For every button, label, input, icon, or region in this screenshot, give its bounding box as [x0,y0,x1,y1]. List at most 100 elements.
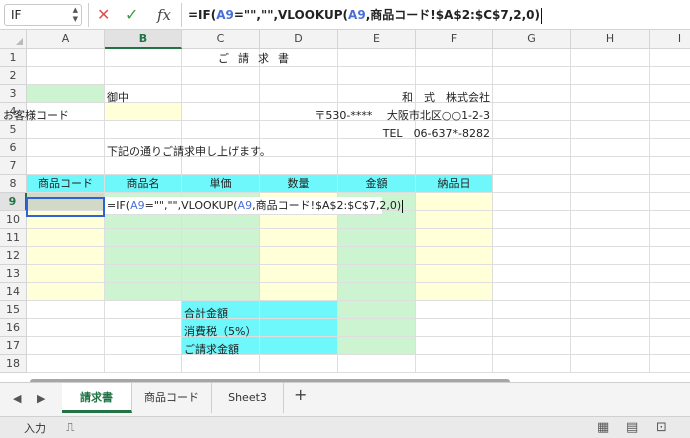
cell-b18[interactable] [105,355,182,373]
cell-e14[interactable] [338,283,416,301]
row-header-14[interactable]: 14 [0,283,27,301]
cell-d17[interactable] [260,337,338,355]
row-header-6[interactable]: 6 [0,139,27,157]
normal-view-icon[interactable]: ▦ [597,420,609,435]
row-header-17[interactable]: 17 [0,337,27,355]
cell-a11[interactable] [27,229,105,247]
page-layout-view-icon[interactable]: ▤ [626,420,638,435]
cell-e16[interactable] [338,319,416,337]
formula-input[interactable]: =IF(A9="","",VLOOKUP(A9,商品コード!$A$2:$C$7,… [188,6,543,26]
cell-b15[interactable] [105,301,182,319]
cell-i18[interactable] [650,355,690,373]
cell-f17[interactable] [416,337,493,355]
cell-g2[interactable] [493,67,571,85]
spreadsheet-grid[interactable]: A B C D E F G H I 1 2 3 4 5 6 7 8 9 10 11 12 13 14 15 16 17 18 商品コー… [0,30,690,382]
cell-g1[interactable] [493,49,571,67]
row-header-12[interactable]: 12 [0,247,27,265]
cell-g12[interactable] [493,247,571,265]
cell-d16[interactable] [260,319,338,337]
cell-i16[interactable] [650,319,690,337]
cell-b1[interactable] [105,49,182,67]
cell-g6[interactable] [493,139,571,157]
cell-g7[interactable] [493,157,571,175]
cell-a2[interactable] [27,67,105,85]
row-header-9[interactable]: 9 [0,193,27,211]
cell-i11[interactable] [650,229,690,247]
row-header-1[interactable]: 1 [0,49,27,67]
column-header-g[interactable]: G [493,30,571,49]
cell-c13[interactable] [182,265,260,283]
row-header-2[interactable]: 2 [0,67,27,85]
cell-c11[interactable] [182,229,260,247]
cell-g16[interactable] [493,319,571,337]
cell-h5[interactable] [571,121,650,139]
cell-b16[interactable] [105,319,182,337]
cell-f9[interactable] [416,193,493,211]
cell-h18[interactable] [571,355,650,373]
cell-c3[interactable] [182,85,260,103]
cell-i17[interactable] [650,337,690,355]
cell-b12[interactable] [105,247,182,265]
cancel-icon[interactable]: ✕ [97,4,110,26]
row-header-13[interactable]: 13 [0,265,27,283]
table-header-cell[interactable]: 金額 [338,175,416,193]
cell-g17[interactable] [493,337,571,355]
cell-d15[interactable] [260,301,338,319]
table-header-cell[interactable]: 商品名 [105,175,182,193]
cell-i10[interactable] [650,211,690,229]
cell-i12[interactable] [650,247,690,265]
cell-i6[interactable] [650,139,690,157]
cell-e12[interactable] [338,247,416,265]
cell-a7[interactable] [27,157,105,175]
cell-a14[interactable] [27,283,105,301]
cell-g11[interactable] [493,229,571,247]
cell-i7[interactable] [650,157,690,175]
row-header-11[interactable]: 11 [0,229,27,247]
cell-h13[interactable] [571,265,650,283]
cell-g5[interactable] [493,121,571,139]
cell-a1[interactable] [27,49,105,67]
cell-a6[interactable] [27,139,105,157]
row-header-16[interactable]: 16 [0,319,27,337]
cell-f2[interactable] [416,67,493,85]
cell-f13[interactable] [416,265,493,283]
cell-c5[interactable] [182,121,260,139]
cell-g9[interactable] [493,193,571,211]
column-header-i[interactable]: I [650,30,690,49]
row-header-7[interactable]: 7 [0,157,27,175]
cell-f16[interactable] [416,319,493,337]
column-header-e[interactable]: E [338,30,416,49]
row-header-18[interactable]: 18 [0,355,27,373]
cell-g8[interactable] [493,175,571,193]
cell-h16[interactable] [571,319,650,337]
column-header-d[interactable]: D [260,30,338,49]
cell-h15[interactable] [571,301,650,319]
cell-b11[interactable] [105,229,182,247]
cell-f15[interactable] [416,301,493,319]
select-all-corner[interactable] [0,30,27,49]
cell-h4[interactable] [571,103,650,121]
column-header-c[interactable]: C [182,30,260,49]
cell-i15[interactable] [650,301,690,319]
column-header-h[interactable]: H [571,30,650,49]
cell-h10[interactable] [571,211,650,229]
insert-function-icon[interactable]: fx [157,4,171,26]
cell-e15[interactable] [338,301,416,319]
cell-e18[interactable] [338,355,416,373]
cell-g18[interactable] [493,355,571,373]
tab-invoice[interactable]: 請求書 [62,383,132,413]
cell-h12[interactable] [571,247,650,265]
tab-product-code[interactable]: 商品コード [132,383,212,413]
cell-h17[interactable] [571,337,650,355]
cell-f18[interactable] [416,355,493,373]
cell-i8[interactable] [650,175,690,193]
column-header-f[interactable]: F [416,30,493,49]
cell-h6[interactable] [571,139,650,157]
cell-d12[interactable] [260,247,338,265]
cell-b14[interactable] [105,283,182,301]
cell-g15[interactable] [493,301,571,319]
tab-scroll-left-icon[interactable]: ◀ [13,392,21,405]
tab-sheet3[interactable]: Sheet3 [212,383,284,413]
name-box[interactable]: IF ▲ ▼ [4,4,82,26]
cell-h14[interactable] [571,283,650,301]
